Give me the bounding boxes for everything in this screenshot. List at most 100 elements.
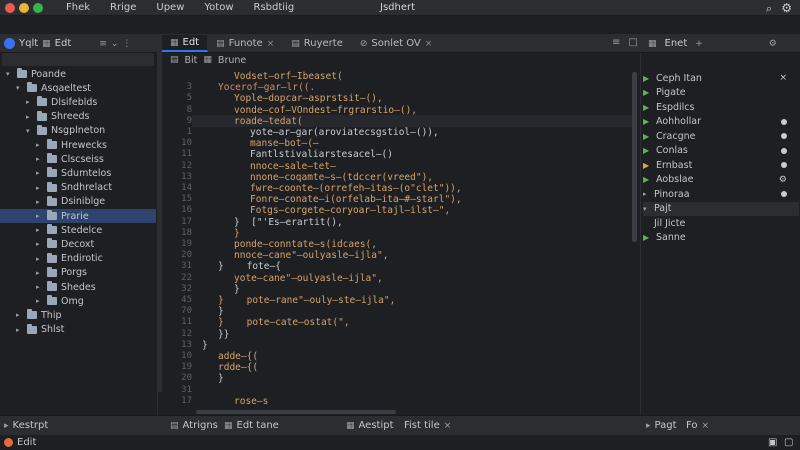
code-line[interactable]: Fotgs—corgete—coryoar—ltajl—ilst—", [250,205,450,216]
code-line[interactable]: } pote—rane"—ouly—ste—ijla", [218,295,395,306]
run-config-item[interactable]: ▶ Sanne [643,231,799,245]
bottom-right-item[interactable]: ▸ Pagt [646,420,677,431]
play-icon[interactable]: ▶ [643,74,652,83]
code-line[interactable]: rdde—{( [218,362,258,373]
tab-ruyerte[interactable]: ▤ Ruyerte [283,35,352,52]
play-icon[interactable]: ▶ [643,132,652,141]
menu-item[interactable]: Rrige [110,2,136,13]
code-line[interactable]: Vodset—orf—Ibeaset( [234,71,343,82]
code-line[interactable]: }} [218,329,229,340]
code-line[interactable]: ponde—conntate—s(idcaes(, [234,239,377,250]
bottom-right-item[interactable]: Fo × [686,420,709,431]
code-line[interactable]: rose—s [234,396,268,407]
scrollbar-thumb[interactable] [632,72,637,242]
chevron-down-icon[interactable]: ▾ [6,70,13,78]
chevron-down-icon[interactable]: ⌄ [111,39,119,49]
chevron-right-icon[interactable]: ▸ [36,184,43,192]
tree-item[interactable]: ▸ Omg [36,294,84,308]
tree-item[interactable]: ▸ Dlsifeblds [26,95,97,109]
run-config-item[interactable]: ▶ Ceph Itan × [643,71,799,85]
chevron-right-icon[interactable]: ▸ [36,155,43,163]
grid-icon[interactable]: ▦ [42,39,51,49]
tree-item[interactable]: ▸ Decoxt [36,237,94,251]
tab-edit[interactable]: ▦ Edt [162,35,209,52]
editor-scrollbar[interactable] [632,67,637,412]
code-line[interactable]: } [218,373,224,384]
bottom-left-item[interactable]: ▸ Kestrpt [4,420,48,431]
code-line[interactable]: yote—cane"—oulyasle—ijla", [234,273,383,284]
add-icon[interactable]: + [695,39,703,49]
menu-item[interactable]: Yotow [204,2,233,13]
tree-item[interactable]: ▸ Clscseiss [36,152,104,166]
run-config-item[interactable]: ▶ Ernbast [643,158,799,172]
tree-item[interactable]: ▸ Endirotic [36,252,103,266]
chevron-right-icon[interactable]: ▸ [36,198,43,206]
run-config-item[interactable]: ▾ Pajt [643,201,799,216]
code-line[interactable]: roade—tedat( [234,116,303,127]
tree-item[interactable]: ▸ Stedelce [36,223,102,237]
code-line[interactable]: Yople—dopcar—asprstsit—(), [234,93,383,104]
menu-item[interactable]: Fhek [66,2,90,13]
window-icon[interactable]: ▢ [784,437,793,448]
tree-item[interactable]: ▸ Porgs [36,266,87,280]
split-icon[interactable]: □ [628,37,637,48]
code-line[interactable]: nnoce—sale—tet— [250,161,336,172]
tree-item[interactable]: ▸ Hrewecks [36,138,107,152]
run-config-item[interactable]: ▸ Pinoraa [643,187,799,201]
horizontal-scrollbar[interactable] [196,410,396,414]
chevron-right-icon[interactable]: ▸ [36,226,43,234]
chevron-right-icon[interactable]: ▸ [643,190,650,198]
tree-item[interactable]: ▾ Asqaeltest [16,81,91,95]
play-icon[interactable]: ▶ [643,117,652,126]
bottom-tab[interactable]: ▦ Edt tane [224,420,279,431]
run-config-item[interactable]: ▶ Espdilcs [643,100,799,114]
code-line[interactable]: } fote—{ [218,261,281,272]
tree-item[interactable]: ▸ Sndhrelact [36,181,112,195]
right-panel-title[interactable]: Enet [665,38,688,49]
code-line[interactable]: } [202,340,208,351]
play-icon[interactable]: ▶ [643,175,652,184]
edit-tab[interactable]: Edt [55,38,72,49]
gear-icon[interactable]: ⚙ [769,39,777,49]
menu-item[interactable]: Rsbdtiig [254,2,295,13]
code-line[interactable]: vonde—cof—VOndest—frgrarstio—(), [234,105,417,116]
bottom-tab[interactable]: ▤ Atrigns [170,420,218,431]
play-icon[interactable]: ▶ [643,233,652,242]
code-line[interactable]: nnoce—cane"—oulyasle—ijla", [234,250,388,261]
tree-item[interactable]: ▸ Shedes [36,280,96,294]
sort-icon[interactable]: ≡ [99,39,107,49]
code-editor[interactable]: 3 5 8 9 1 10 11 12 13 14 15 16 17 18 19 20 31 22 32 45 70 11 1… [162,67,632,412]
code-line[interactable]: adde—{( [218,351,258,362]
code-line[interactable]: } pote—cate—ostat(", [218,317,350,328]
run-config-item[interactable]: ▶ Aobslae ⚙ [643,173,799,187]
code-line[interactable]: Fantlstivaliarstesacel—() [250,149,393,160]
breadcrumb-item[interactable]: Brune [218,55,246,66]
tree-item[interactable]: ▸ Shlst [16,323,64,337]
code-line[interactable]: Yocerof—gar—lr((. [218,82,315,93]
play-icon[interactable]: ▶ [643,161,652,170]
tree-item[interactable]: ▸ Thip [16,308,62,322]
chevron-right-icon[interactable]: ▾ [643,205,650,213]
code-line[interactable]: yote—ar—gar(aroviatecsgstiol—()), [250,127,439,138]
code-line[interactable]: manse—bot—(— [250,138,319,149]
chevron-right-icon[interactable]: ▸ [36,141,43,149]
menu-item[interactable]: Upew [156,2,184,13]
bottom-tab[interactable]: ▦ Aestipt [346,420,394,431]
code-line[interactable]: } [234,284,240,295]
tree-item[interactable]: ▸ Dsiniblge [36,195,105,209]
tree-item[interactable]: ▸ Shreeds [26,110,89,124]
run-config-item[interactable]: ▶ Pigate [643,86,799,100]
chevron-right-icon[interactable]: ▸ [36,169,43,177]
chevron-right-icon[interactable]: ▸ [36,283,43,291]
chevron-right-icon[interactable]: ▸ [16,326,23,334]
play-icon[interactable]: ▶ [643,146,652,155]
chevron-right-icon[interactable]: ▸ [36,297,43,305]
code-line[interactable]: } [218,306,224,317]
gear-icon[interactable]: ⚙ [779,175,787,185]
tree-item[interactable]: ▾ Nsgplneton [26,124,105,138]
image-icon[interactable]: ▣ [768,437,777,448]
gear-icon[interactable]: ⚙ [781,1,792,15]
chevron-right-icon[interactable]: ▸ [36,255,43,263]
tree-item[interactable]: ▸ Prarie [0,209,156,223]
chevron-right-icon[interactable]: ▸ [36,269,43,277]
